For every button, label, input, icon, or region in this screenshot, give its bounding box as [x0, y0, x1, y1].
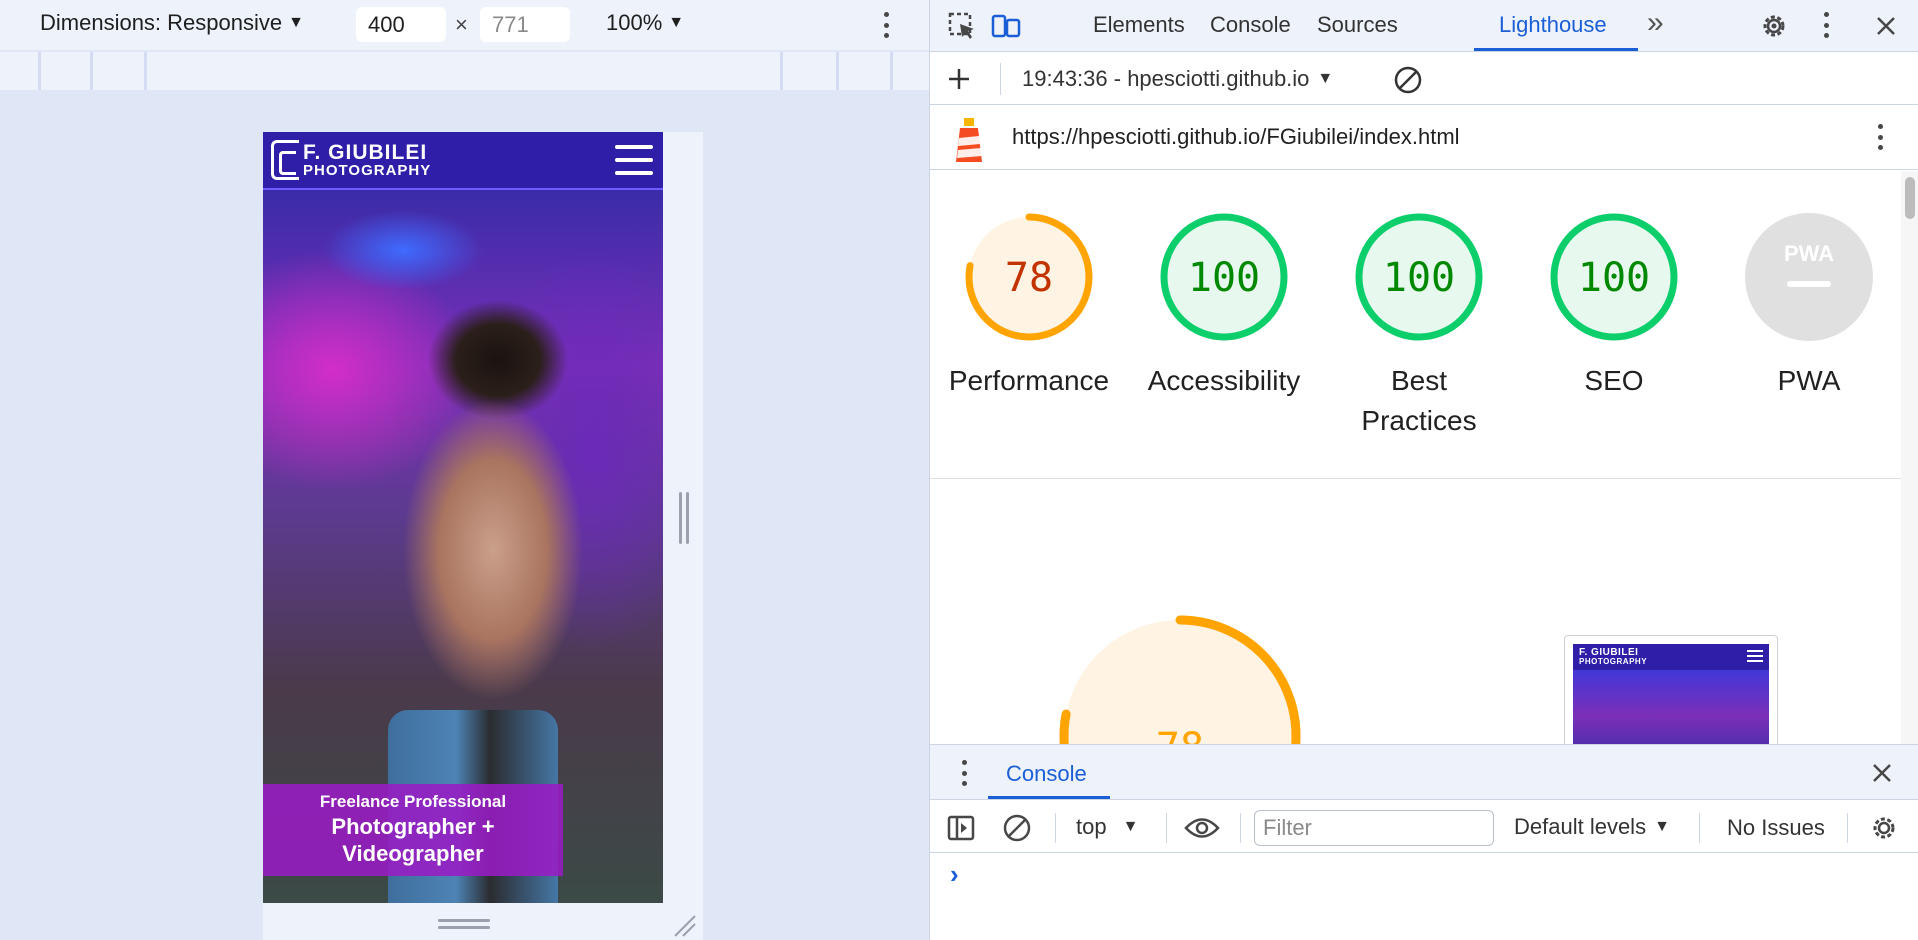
device-toolbar-icon[interactable] [990, 10, 1022, 42]
gauge-seo[interactable]: 100 SEO [1517, 211, 1711, 401]
caption-subtitle: Freelance Professional [319, 792, 507, 811]
report-scrollbar[interactable] [1901, 171, 1918, 744]
tab-elements[interactable]: Elements [1093, 12, 1185, 38]
section-divider [930, 478, 1901, 479]
more-tabs-icon[interactable]: » [1647, 6, 1664, 40]
gauge-accessibility[interactable]: 100 Accessibility [1127, 211, 1321, 401]
issues-count[interactable]: No Issues [1727, 815, 1825, 841]
device-mode-area: Dimensions: Responsive ▼ 400 × 771 100% … [0, 0, 929, 940]
clear-reports-icon[interactable] [1393, 65, 1423, 95]
devtools-panel: Elements Console Sources Lighthouse » 19… [929, 0, 1918, 940]
zoom-value: 100% [606, 10, 663, 35]
thumb-logo-line2: PHOTOGRAPHY [1579, 657, 1648, 666]
pwa-badge-icon: PWA [1745, 213, 1873, 341]
report-more-options-icon[interactable] [1870, 124, 1890, 150]
inspect-element-icon[interactable] [946, 10, 978, 42]
seo-label: SEO [1584, 365, 1644, 396]
log-levels-label: Default levels [1514, 814, 1647, 839]
lighthouse-logo-icon [956, 118, 982, 162]
device-more-options-icon[interactable] [876, 12, 896, 38]
console-drawer: Console top ▼ Filter Default levels ▼ No… [930, 744, 1918, 940]
caret-down-icon: ▼ [1122, 818, 1139, 835]
active-tab-indicator [1474, 48, 1638, 51]
console-prompt-icon[interactable]: › [950, 859, 959, 890]
performance-gauge-ring: 78 [965, 213, 1093, 341]
caret-down-icon: ▼ [288, 14, 304, 31]
zoom-select[interactable]: 100% ▼ [606, 10, 684, 36]
device-viewport[interactable]: F. GIUBILEI PHOTOGRAPHY Freelance Profes… [263, 132, 663, 903]
best-practices-gauge-ring: 100 [1355, 213, 1483, 341]
screenshot-thumbnail[interactable]: F. GIUBILEI PHOTOGRAPHY [1564, 635, 1778, 744]
caption-title-2: Videographer [342, 841, 484, 867]
pwa-label: PWA [1777, 365, 1841, 396]
console-toolbar: top ▼ Filter Default levels ▼ No Issues [930, 801, 1918, 853]
camera-logo-icon [271, 140, 299, 180]
context-label: top [1076, 814, 1107, 839]
resize-handle-bottom[interactable] [438, 919, 490, 929]
settings-gear-icon[interactable] [1758, 10, 1790, 42]
seo-gauge-ring: 100 [1550, 213, 1678, 341]
show-sidebar-icon[interactable] [946, 813, 976, 843]
dimensions-select[interactable]: Dimensions: Responsive ▼ [40, 10, 304, 36]
devtools-more-options-icon[interactable] [1816, 12, 1836, 38]
report-url[interactable]: https://hpesciotti.github.io/FGiubilei/i… [1012, 124, 1460, 150]
best-practices-label: Best Practices [1361, 365, 1477, 436]
scrollbar-thumb[interactable] [1905, 177, 1915, 219]
dimensions-label: Dimensions: Responsive [40, 10, 283, 35]
report-selector-label: 19:43:36 - hpesciotti.github.io [1022, 66, 1310, 91]
accessibility-score: 100 [1188, 255, 1260, 301]
seo-score: 100 [1578, 255, 1650, 301]
tab-console[interactable]: Console [1210, 12, 1291, 38]
caret-down-icon: ▼ [1317, 70, 1334, 87]
console-settings-gear-icon[interactable] [1869, 813, 1899, 843]
caption-title-1: Photographer + [331, 814, 495, 839]
console-filter-input[interactable]: Filter [1254, 810, 1494, 846]
device-toolbar: Dimensions: Responsive ▼ 400 × 771 100% … [0, 0, 929, 50]
performance-label: Performance [948, 365, 1110, 396]
close-devtools-icon[interactable] [1870, 10, 1902, 42]
times-symbol: × [455, 12, 468, 37]
logo-line1: F. GIUBILEI [303, 141, 428, 164]
site-header: F. GIUBILEI PHOTOGRAPHY [263, 132, 663, 190]
accessibility-label: Accessibility [1147, 365, 1301, 396]
report-selector[interactable]: 19:43:36 - hpesciotti.github.io ▼ [1022, 66, 1333, 92]
drawer-tab-console[interactable]: Console [1006, 761, 1087, 787]
height-input[interactable]: 771 [480, 7, 570, 42]
close-drawer-icon[interactable] [1870, 761, 1894, 785]
resize-corner-icon[interactable] [671, 912, 697, 938]
media-query-bar[interactable] [0, 52, 929, 90]
hero-caption: Freelance Professional Photographer + Vi… [263, 784, 563, 876]
resize-handle-right[interactable] [679, 492, 689, 544]
width-input[interactable]: 400 [356, 7, 446, 42]
hamburger-menu-icon[interactable] [615, 145, 653, 175]
site-logo[interactable]: F. GIUBILEI PHOTOGRAPHY [271, 140, 431, 180]
pwa-badge-text: PWA [1784, 241, 1834, 266]
performance-detail-score: 78 [1156, 725, 1204, 744]
live-expression-eye-icon[interactable] [1184, 813, 1220, 843]
caret-down-icon: ▼ [668, 14, 685, 31]
context-selector[interactable]: top ▼ [1076, 814, 1138, 840]
tab-sources[interactable]: Sources [1317, 12, 1398, 38]
drawer-active-indicator [988, 796, 1110, 799]
gauge-performance[interactable]: 78 Performance [932, 211, 1126, 401]
performance-detail-gauge: 78 [1059, 615, 1301, 744]
logo-line2: PHOTOGRAPHY [303, 162, 432, 179]
thumb-hamburger-icon [1747, 650, 1763, 662]
drawer-more-options-icon[interactable] [954, 760, 974, 786]
lighthouse-toolbar: 19:43:36 - hpesciotti.github.io ▼ [930, 53, 1918, 105]
best-practices-score: 100 [1383, 255, 1455, 301]
caret-down-icon: ▼ [1654, 818, 1670, 835]
lighthouse-report: 78 Performance 100 Accessibility 100 Bes… [930, 171, 1901, 744]
accessibility-gauge-ring: 100 [1160, 213, 1288, 341]
drawer-tab-bar: Console [930, 745, 1918, 800]
new-report-plus-icon[interactable] [946, 66, 972, 92]
clear-console-icon[interactable] [1002, 813, 1032, 843]
gauge-best-practices[interactable]: 100 Best Practices [1322, 211, 1516, 441]
tab-lighthouse[interactable]: Lighthouse [1499, 12, 1607, 38]
devtools-tab-bar: Elements Console Sources Lighthouse » [930, 0, 1918, 52]
gauge-pwa[interactable]: PWA PWA [1712, 211, 1901, 401]
performance-score: 78 [1005, 255, 1053, 301]
log-levels-select[interactable]: Default levels ▼ [1514, 814, 1670, 840]
report-url-bar: https://hpesciotti.github.io/FGiubilei/i… [930, 106, 1918, 170]
